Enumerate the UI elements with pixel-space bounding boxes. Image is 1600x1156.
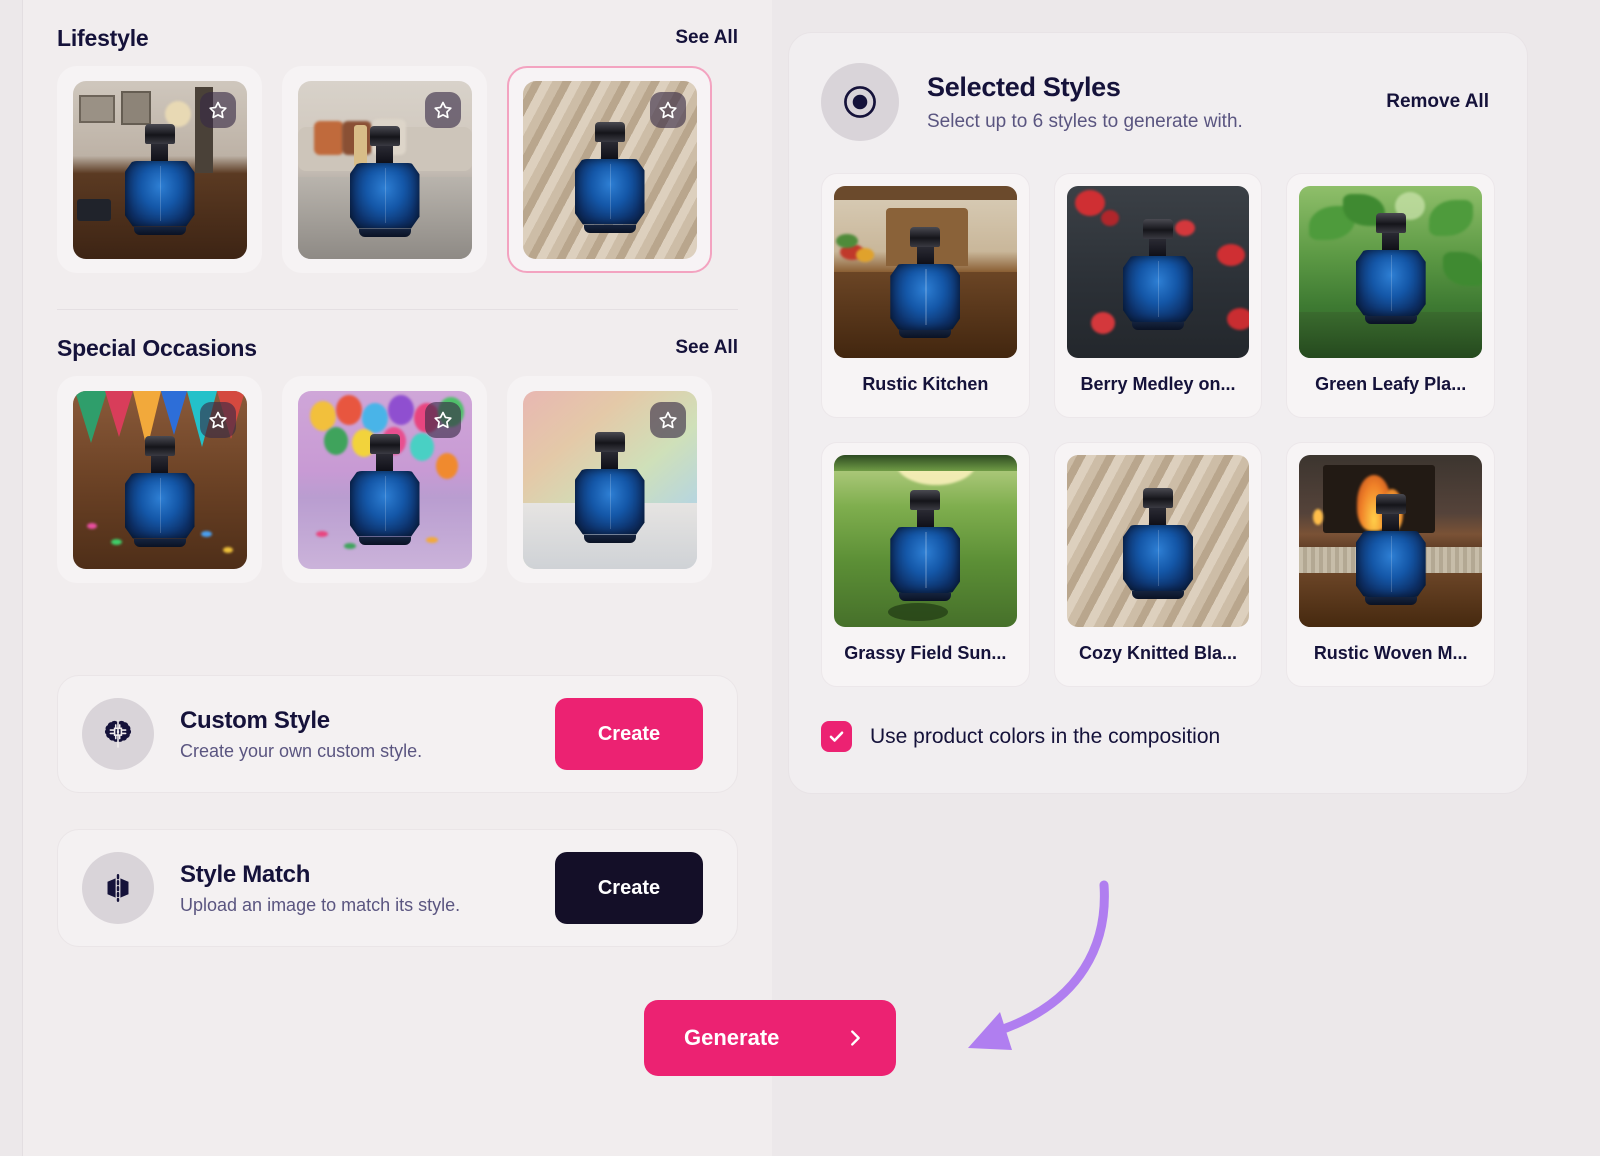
custom-style-text: Custom Style Create your own custom styl… [180, 707, 555, 762]
brain-circuit-icon-wrap [82, 698, 154, 770]
selected-styles-text: Selected Styles Select up to 6 styles to… [927, 72, 1386, 133]
style-thumb-image [297, 390, 472, 569]
favorite-star-button[interactable] [424, 91, 461, 128]
selected-style-card[interactable]: Cozy Knitted Bla... [1053, 442, 1263, 687]
star-icon [433, 101, 452, 118]
chevron-right-icon [851, 1030, 860, 1046]
selected-style-image [1299, 186, 1482, 358]
selected-style-label: Rustic Woven M... [1313, 643, 1468, 663]
mirror-flip-icon-wrap [82, 852, 154, 924]
style-thumb-card[interactable] [507, 376, 712, 583]
selected-styles-header: Selected Styles Select up to 6 styles to… [821, 63, 1495, 141]
brain-circuit-icon [104, 720, 132, 748]
selected-style-label: Berry Medley on... [1080, 374, 1236, 394]
favorite-star-button[interactable] [649, 91, 686, 128]
style-thumb-image [522, 80, 697, 259]
section-title: Lifestyle [57, 24, 149, 51]
selected-style-image [1066, 455, 1250, 627]
mirror-flip-icon [107, 874, 129, 902]
selected-style-image [834, 186, 1017, 358]
selected-style-image [834, 455, 1017, 627]
section-special-occasions: Special Occasions See All [23, 310, 772, 597]
custom-style-title: Custom Style [180, 706, 330, 734]
use-product-colors-checkbox[interactable] [821, 721, 852, 752]
check-icon [829, 731, 844, 742]
selected-style-image [1066, 186, 1250, 358]
selected-style-card[interactable]: Rustic Kitchen [821, 173, 1030, 418]
selected-style-card[interactable]: Berry Medley on... [1053, 173, 1263, 418]
style-thumb-image [72, 80, 247, 259]
use-product-colors-row[interactable]: Use product colors in the composition [821, 721, 1495, 752]
thumbnail-row [57, 66, 738, 287]
style-thumb-card-selected[interactable] [507, 66, 712, 273]
selected-styles-grid: Rustic Kitchen Berry Medley on... Green … [821, 173, 1495, 687]
style-thumb-image [72, 390, 247, 569]
selected-styles-subtitle: Select up to 6 styles to generate with. [927, 110, 1243, 132]
section-title: Special Occasions [57, 334, 257, 361]
style-match-text: Style Match Upload an image to match its… [180, 861, 555, 916]
selected-style-card[interactable]: Rustic Woven M... [1286, 442, 1495, 687]
section-header: Lifestyle See All [57, 0, 738, 66]
style-match-create-button[interactable]: Create [555, 852, 703, 924]
section-lifestyle: Lifestyle See All [23, 0, 772, 310]
section-header: Special Occasions See All [57, 310, 738, 376]
star-icon [658, 411, 677, 428]
selected-style-card[interactable]: Grassy Field Sun... [821, 442, 1030, 687]
selected-style-card[interactable]: Green Leafy Pla... [1286, 173, 1495, 418]
style-thumb-card[interactable] [57, 376, 262, 583]
style-match-card[interactable]: Style Match Upload an image to match its… [57, 829, 738, 947]
generate-button-label: Generate [684, 1025, 780, 1050]
style-thumb-card[interactable] [57, 66, 262, 273]
generate-button[interactable]: Generate [644, 1000, 896, 1076]
star-icon [208, 101, 227, 118]
see-all-link-lifestyle[interactable]: See All [675, 27, 738, 49]
selected-style-label: Cozy Knitted Bla... [1078, 643, 1237, 663]
selected-style-label: Grassy Field Sun... [844, 643, 1007, 663]
use-product-colors-label: Use product colors in the composition [870, 724, 1221, 748]
star-icon [208, 411, 227, 428]
page-root: Lifestyle See All Special Occasions See … [0, 0, 1600, 1156]
favorite-star-button[interactable] [424, 401, 461, 438]
annotation-arrow-icon [968, 880, 1109, 1050]
favorite-star-button[interactable] [649, 401, 686, 438]
custom-style-create-button[interactable]: Create [555, 698, 703, 770]
style-browser-panel: Lifestyle See All Special Occasions See … [22, 0, 772, 1156]
favorite-star-button[interactable] [199, 91, 236, 128]
selected-styles-panel: Selected Styles Select up to 6 styles to… [788, 32, 1528, 794]
selected-style-label: Rustic Kitchen [862, 374, 989, 394]
thumbnail-row [57, 376, 738, 597]
star-icon [658, 101, 677, 118]
selected-style-image [1299, 455, 1482, 627]
style-thumb-image [522, 390, 697, 569]
target-dot-icon [844, 86, 876, 118]
favorite-star-button[interactable] [199, 401, 236, 438]
remove-all-button[interactable]: Remove All [1386, 91, 1489, 113]
style-thumb-image [297, 80, 472, 259]
target-dot-icon-wrap [821, 63, 899, 141]
style-match-subtitle: Upload an image to match its style. [180, 894, 461, 915]
style-match-title: Style Match [180, 860, 311, 888]
style-thumb-card[interactable] [282, 66, 487, 273]
custom-style-card[interactable]: Custom Style Create your own custom styl… [57, 675, 738, 793]
selected-styles-title: Selected Styles [927, 71, 1121, 102]
star-icon [433, 411, 452, 428]
see-all-link-special-occasions[interactable]: See All [675, 337, 738, 359]
selected-style-label: Green Leafy Pla... [1315, 374, 1467, 394]
style-thumb-card[interactable] [282, 376, 487, 583]
custom-style-subtitle: Create your own custom style. [180, 740, 423, 761]
